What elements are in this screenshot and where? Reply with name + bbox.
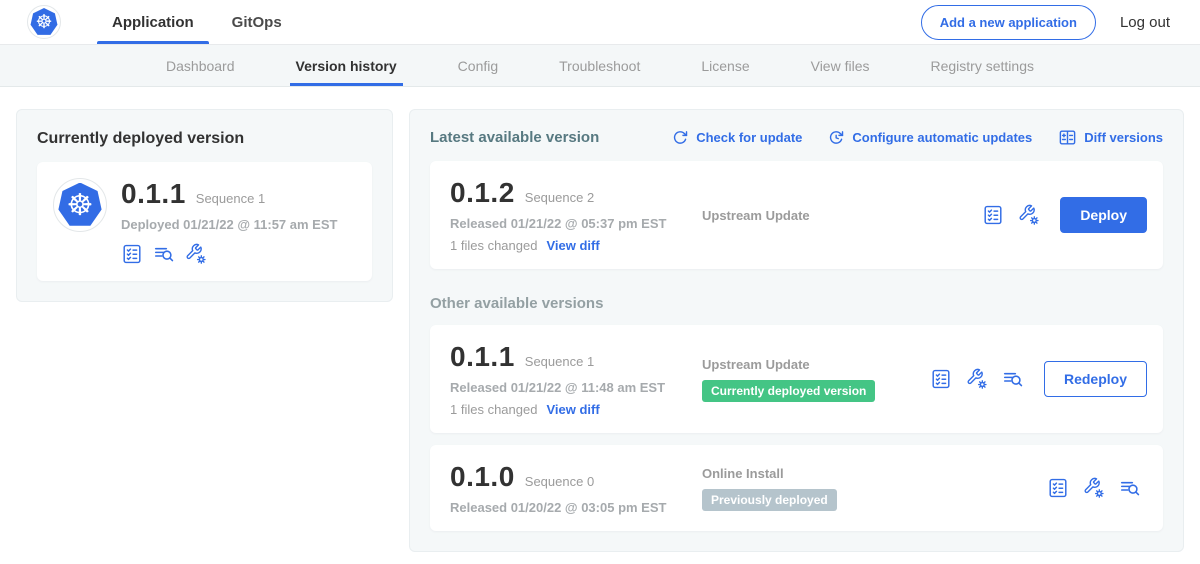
auto-update-clock-icon <box>828 129 845 146</box>
config-wrench-icon[interactable] <box>1018 204 1040 226</box>
version-row-0.1.2: 0.1.2 Sequence 2 Released 01/21/22 @ 05:… <box>430 161 1163 269</box>
version-history-panel: Latest available version Check for updat… <box>409 109 1184 552</box>
subnav-dashboard[interactable]: Dashboard <box>164 45 237 86</box>
previously-deployed-badge: Previously deployed <box>702 489 837 511</box>
tab-application-label: Application <box>112 14 194 31</box>
kubernetes-helm-wheel-icon: ☸ <box>30 8 58 36</box>
configure-automatic-updates-label: Configure automatic updates <box>852 130 1032 145</box>
files-changed-label: 1 files changed <box>450 402 537 417</box>
add-new-application-button[interactable]: Add a new application <box>921 5 1096 40</box>
currently-deployed-panel: Currently deployed version ☸ 0.1.1 Seque… <box>16 109 393 302</box>
config-wrench-icon[interactable] <box>1083 477 1105 499</box>
other-available-heading: Other available versions <box>430 295 1163 312</box>
subnav-version-history-label: Version history <box>296 58 397 74</box>
app-header: ☸ Application GitOps Add a new applicati… <box>0 0 1200 45</box>
version-row-0.1.0: 0.1.0 Sequence 0 Released 01/20/22 @ 03:… <box>430 445 1163 531</box>
config-wrench-icon[interactable] <box>966 368 988 390</box>
kubernetes-app-logo: ☸ <box>27 5 61 39</box>
tab-gitops[interactable]: GitOps <box>217 0 297 44</box>
deploy-logs-icon[interactable] <box>153 243 175 265</box>
tab-application[interactable]: Application <box>97 0 209 44</box>
deployed-version-number: 0.1.1 <box>121 178 186 210</box>
released-timestamp: Released 01/21/22 @ 11:48 am EST <box>450 380 702 395</box>
view-diff-link[interactable]: View diff <box>546 238 599 253</box>
preflight-checks-icon[interactable] <box>1047 477 1069 499</box>
redeploy-button[interactable]: Redeploy <box>1044 361 1147 397</box>
subnav-config-label: Config <box>458 58 498 74</box>
preflight-checks-icon[interactable] <box>121 243 143 265</box>
diff-versions-label: Diff versions <box>1084 130 1163 145</box>
deploy-logs-icon[interactable] <box>1002 368 1024 390</box>
released-timestamp: Released 01/20/22 @ 03:05 pm EST <box>450 500 702 515</box>
tab-gitops-label: GitOps <box>232 14 282 31</box>
subnav-license-label: License <box>701 58 749 74</box>
subnav-registry-settings-label: Registry settings <box>931 58 1034 74</box>
logout-link[interactable]: Log out <box>1120 14 1170 31</box>
version-number: 0.1.2 <box>450 177 515 209</box>
check-for-update-link[interactable]: Check for update <box>672 129 802 146</box>
subnav-troubleshoot-label: Troubleshoot <box>559 58 640 74</box>
files-changed-label: 1 files changed <box>450 238 537 253</box>
version-row-0.1.1: 0.1.1 Sequence 1 Released 01/21/22 @ 11:… <box>430 325 1163 433</box>
sequence-label: Sequence 2 <box>525 190 594 205</box>
currently-deployed-badge: Currently deployed version <box>702 380 875 402</box>
latest-available-heading: Latest available version <box>430 129 599 146</box>
released-timestamp: Released 01/21/22 @ 05:37 pm EST <box>450 216 702 231</box>
subnav-registry-settings[interactable]: Registry settings <box>929 45 1036 86</box>
version-source-label: Upstream Update <box>702 208 982 223</box>
version-number: 0.1.0 <box>450 461 515 493</box>
configure-automatic-updates-link[interactable]: Configure automatic updates <box>828 129 1032 146</box>
version-number: 0.1.1 <box>450 341 515 373</box>
preflight-checks-icon[interactable] <box>982 204 1004 226</box>
deploy-logs-icon[interactable] <box>1119 477 1141 499</box>
sequence-label: Sequence 1 <box>525 354 594 369</box>
version-source-label: Upstream Update <box>702 357 930 372</box>
subnav-config[interactable]: Config <box>456 45 500 86</box>
kubernetes-helm-wheel-icon: ☸ <box>58 183 103 228</box>
currently-deployed-title: Currently deployed version <box>37 130 372 148</box>
app-subnav: Dashboard Version history Config Trouble… <box>0 45 1200 87</box>
version-source-label: Online Install <box>702 466 1047 481</box>
header-tabs: Application GitOps <box>97 0 305 44</box>
subnav-view-files[interactable]: View files <box>809 45 872 86</box>
main-content: Currently deployed version ☸ 0.1.1 Seque… <box>0 87 1200 564</box>
subnav-version-history[interactable]: Version history <box>294 45 399 86</box>
diff-table-icon <box>1058 128 1077 147</box>
subnav-dashboard-label: Dashboard <box>166 58 235 74</box>
app-version-logo: ☸ <box>53 178 107 232</box>
subnav-license[interactable]: License <box>699 45 751 86</box>
diff-versions-link[interactable]: Diff versions <box>1058 128 1163 147</box>
currently-deployed-card: ☸ 0.1.1 Sequence 1 Deployed 01/21/22 @ 1… <box>37 162 372 281</box>
config-wrench-icon[interactable] <box>185 243 207 265</box>
preflight-checks-icon[interactable] <box>930 368 952 390</box>
deployed-sequence-label: Sequence 1 <box>196 191 265 206</box>
sequence-label: Sequence 0 <box>525 474 594 489</box>
deployed-timestamp: Deployed 01/21/22 @ 11:57 am EST <box>121 217 337 232</box>
deploy-button[interactable]: Deploy <box>1060 197 1147 233</box>
check-for-update-label: Check for update <box>696 130 802 145</box>
subnav-view-files-label: View files <box>811 58 870 74</box>
refresh-icon <box>672 129 689 146</box>
subnav-troubleshoot[interactable]: Troubleshoot <box>557 45 642 86</box>
view-diff-link[interactable]: View diff <box>546 402 599 417</box>
